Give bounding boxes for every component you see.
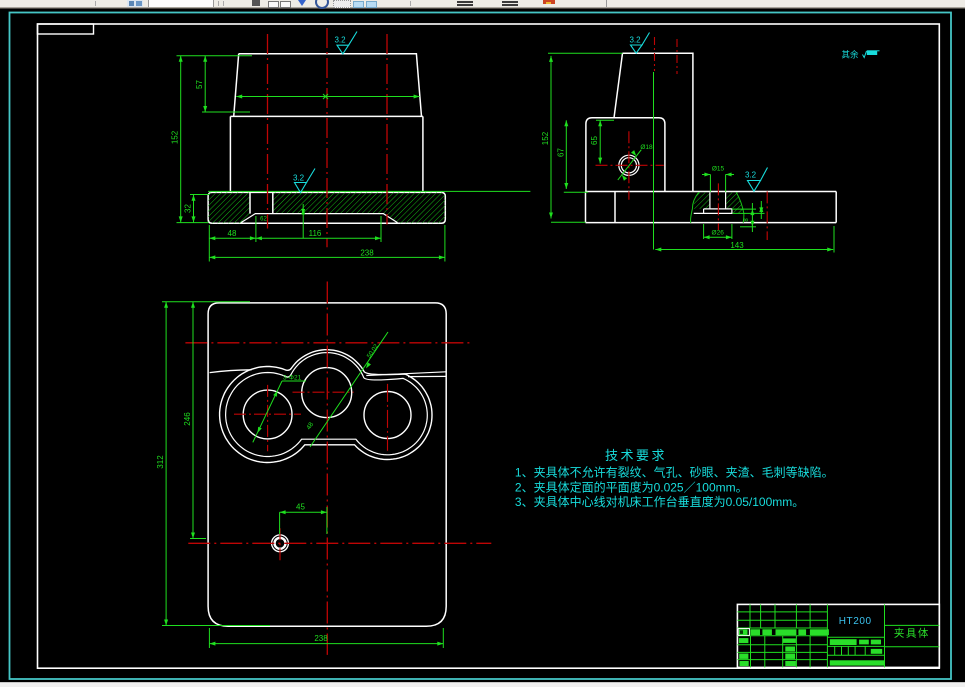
svg-text:246: 246 xyxy=(183,412,192,426)
svg-text:48: 48 xyxy=(305,421,315,431)
svg-text:1、夹具体不允许有裂纹、气孔、砂眼、夹渣、毛刺等缺陷。: 1、夹具体不允许有裂纹、气孔、砂眼、夹渣、毛刺等缺陷。 xyxy=(515,465,834,480)
svg-text:48: 48 xyxy=(228,229,237,238)
svg-text:143: 143 xyxy=(730,241,744,250)
svg-text:2、夹具体定面的平面度为0.025／100mm。: 2、夹具体定面的平面度为0.025／100mm。 xyxy=(515,480,748,495)
svg-text:Ø15: Ø15 xyxy=(712,166,725,173)
svg-text:3、夹具体中心线对机床工作台垂直度为0.05/100mm。: 3、夹具体中心线对机床工作台垂直度为0.05/100mm。 xyxy=(515,494,804,509)
svg-text:45: 45 xyxy=(296,503,305,512)
svg-text:Ø26: Ø26 xyxy=(712,230,725,237)
svg-text:67: 67 xyxy=(556,148,565,157)
svg-text:3.2: 3.2 xyxy=(293,174,305,183)
svg-text:312: 312 xyxy=(156,455,165,469)
svg-text:技术要求: 技术要求 xyxy=(605,448,667,463)
svg-text:8: 8 xyxy=(744,218,750,222)
svg-text:238: 238 xyxy=(360,248,374,257)
svg-text:152: 152 xyxy=(171,130,180,144)
svg-text:238: 238 xyxy=(314,634,328,643)
svg-text:57: 57 xyxy=(195,80,204,89)
svg-text:3-Φ21: 3-Φ21 xyxy=(283,374,302,381)
svg-text:3.2: 3.2 xyxy=(334,36,346,45)
svg-text:62: 62 xyxy=(260,217,267,223)
svg-text:65: 65 xyxy=(590,136,599,145)
svg-text:152: 152 xyxy=(541,131,550,145)
svg-text:116: 116 xyxy=(309,229,322,238)
svg-text:50.02: 50.02 xyxy=(366,343,380,359)
svg-text:3.2: 3.2 xyxy=(629,36,641,45)
svg-text:3.2: 3.2 xyxy=(745,171,757,180)
svg-text:夹具体: 夹具体 xyxy=(894,627,930,640)
svg-text:Ø18: Ø18 xyxy=(640,144,653,151)
svg-text:32: 32 xyxy=(184,204,193,213)
svg-text:HT200: HT200 xyxy=(839,616,872,627)
svg-text:其余: 其余 xyxy=(841,50,859,60)
